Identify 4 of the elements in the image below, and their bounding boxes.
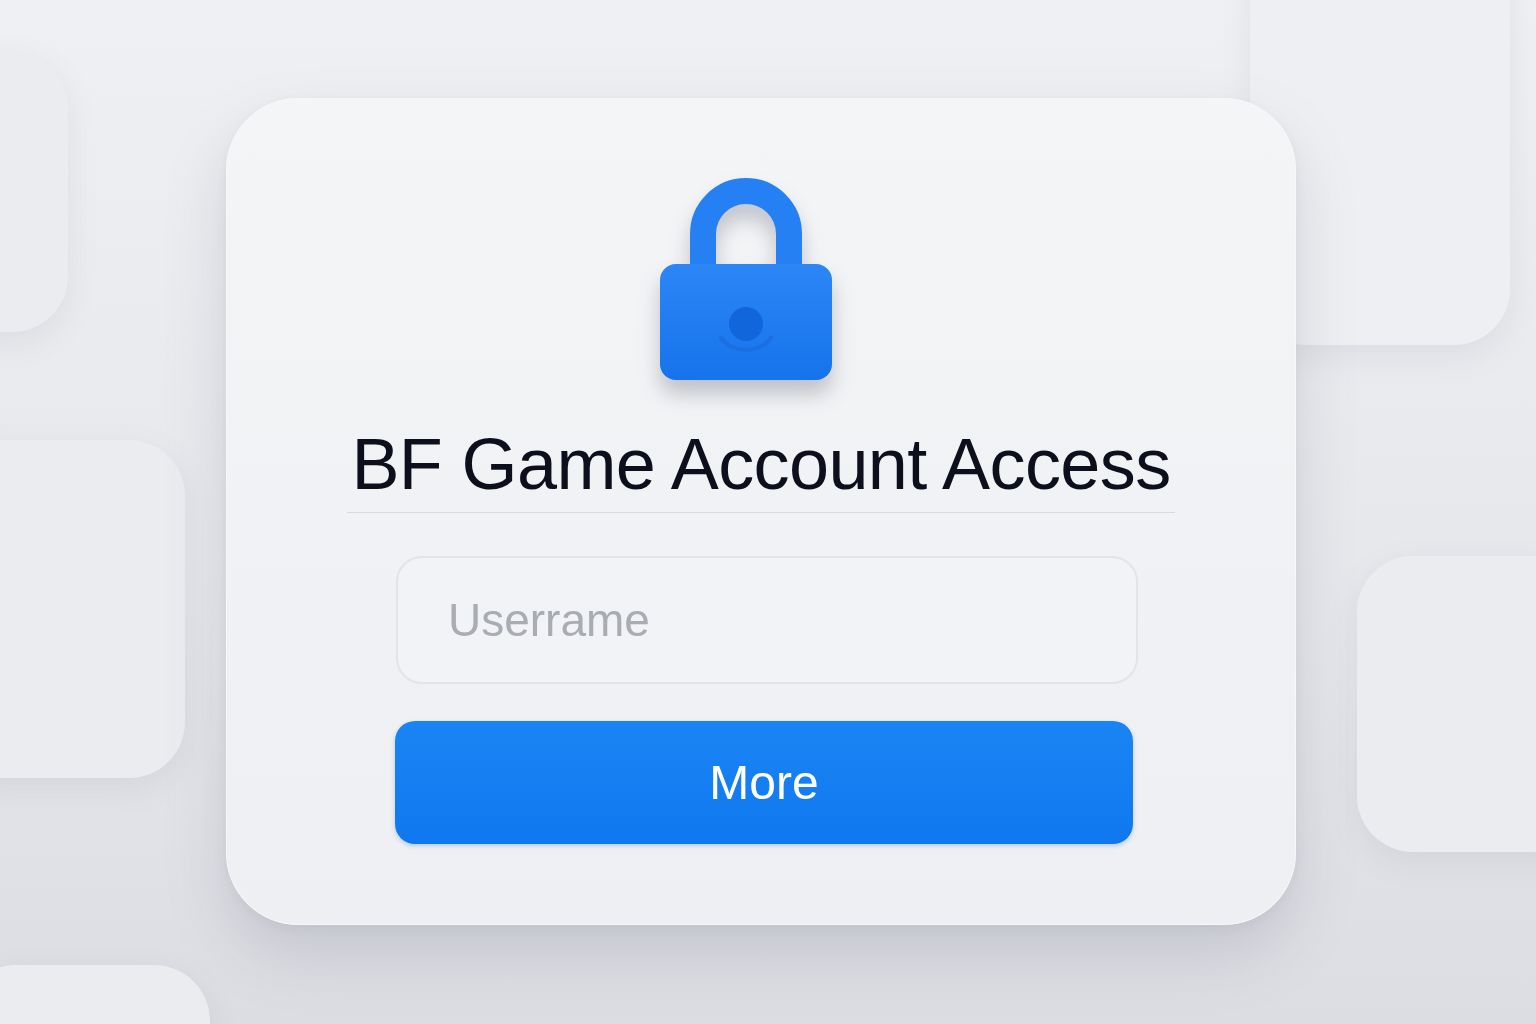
username-field[interactable]: Userrame [396, 556, 1138, 684]
more-button[interactable]: More [395, 721, 1133, 844]
card-title: BF Game Account Access [351, 424, 1171, 504]
padlock-icon [660, 176, 832, 380]
